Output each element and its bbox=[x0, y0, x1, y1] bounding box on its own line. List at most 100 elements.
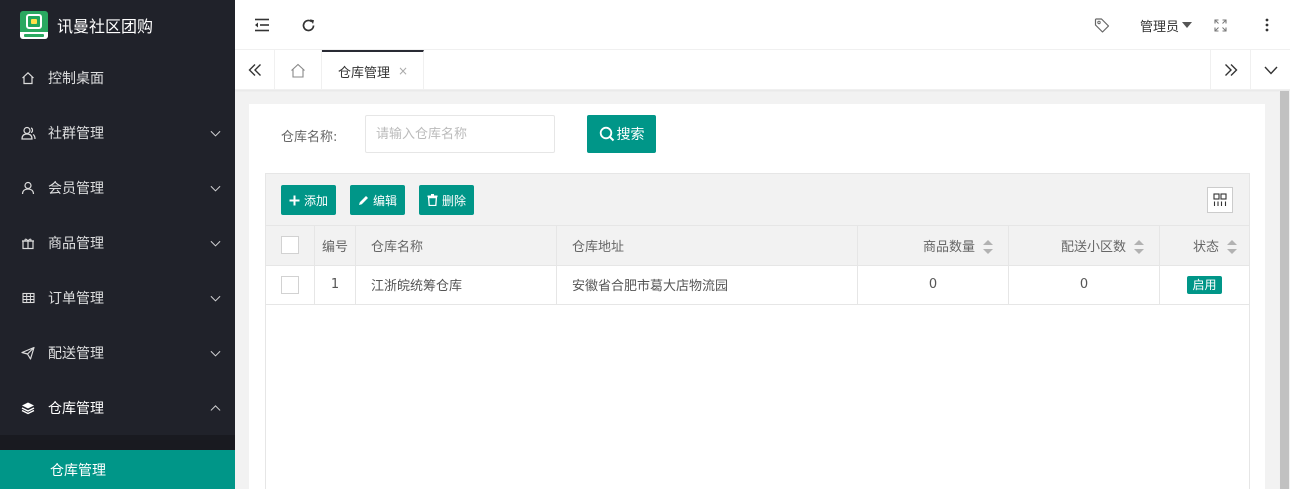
close-icon[interactable]: × bbox=[398, 64, 408, 78]
user-icon bbox=[20, 180, 36, 196]
sidebar-item-label: 商品管理 bbox=[48, 235, 104, 252]
search-form: 仓库名称: 搜索 bbox=[249, 104, 1265, 164]
columns-icon bbox=[1213, 193, 1227, 206]
gift-icon bbox=[20, 235, 36, 251]
col-status[interactable]: 状态 bbox=[1159, 226, 1249, 266]
cell-address: 安徽省合肥市葛大店物流园 bbox=[556, 265, 858, 305]
tabs-menu-button[interactable] bbox=[1250, 50, 1290, 90]
chevron-down-icon bbox=[210, 291, 221, 302]
cell-status: 启用 bbox=[1159, 265, 1249, 305]
warehouse-name-input[interactable] bbox=[365, 115, 555, 153]
data-table: 编号 仓库名称 仓库地址 商品数量 配送小区数 状态 1 江浙皖统筹仓库 安徽省… bbox=[266, 226, 1249, 305]
plus-icon bbox=[289, 195, 300, 206]
col-name: 仓库名称 bbox=[355, 226, 557, 266]
chevron-down-icon bbox=[210, 236, 221, 247]
status-badge: 启用 bbox=[1187, 275, 1222, 294]
menu-fold-icon bbox=[255, 18, 269, 32]
layers-icon bbox=[20, 400, 36, 416]
sidebar: 讯曼社区团购 控制桌面 社群管理 会员管理 商品管理 订单管理 配送管理 仓库管… bbox=[0, 0, 235, 489]
home-icon bbox=[291, 63, 305, 78]
sidebar-item-label: 控制桌面 bbox=[48, 70, 104, 87]
scrollbar-thumb[interactable] bbox=[1280, 91, 1289, 489]
tabs-bar: 仓库管理 × bbox=[235, 50, 1290, 90]
sidebar-item-goods[interactable]: 商品管理 bbox=[0, 215, 235, 270]
tab-home[interactable] bbox=[275, 50, 322, 90]
home-icon bbox=[20, 70, 36, 86]
tabs-scroll-left-button[interactable] bbox=[235, 50, 275, 90]
tabs-scroll-right-button[interactable] bbox=[1210, 50, 1250, 90]
menu-toggle-button[interactable] bbox=[245, 0, 279, 50]
sidebar-item-label: 会员管理 bbox=[48, 180, 104, 197]
table-row[interactable]: 1 江浙皖统筹仓库 安徽省合肥市葛大店物流园 0 0 启用 bbox=[266, 265, 1249, 305]
select-all-cell bbox=[266, 226, 315, 266]
pencil-icon bbox=[358, 195, 369, 206]
double-chevron-right-icon bbox=[1224, 64, 1237, 76]
refresh-icon bbox=[302, 18, 314, 31]
caret-down-icon bbox=[1182, 22, 1193, 28]
top-header: 管理员 bbox=[235, 0, 1290, 50]
row-select-cell bbox=[266, 265, 315, 305]
tab-label: 仓库管理 bbox=[338, 65, 391, 81]
delete-button[interactable]: 删除 bbox=[419, 185, 475, 215]
cell-id: 1 bbox=[314, 265, 356, 305]
table-toolbar: 添加 编辑 删除 bbox=[266, 174, 1249, 226]
search-label: 仓库名称: bbox=[281, 130, 338, 145]
warehouse-table: 添加 编辑 删除 编号 仓库名称 仓库地址 商品数量 配送小区数 状态 1 江浙… bbox=[265, 173, 1250, 489]
send-icon bbox=[20, 345, 36, 361]
chevron-down-icon bbox=[210, 181, 221, 192]
sort-icon[interactable] bbox=[1134, 240, 1144, 255]
col-goods-count-label: 商品数量 bbox=[922, 239, 975, 255]
delete-button-label: 删除 bbox=[442, 193, 467, 208]
column-filter-button[interactable] bbox=[1207, 187, 1233, 213]
refresh-button[interactable] bbox=[291, 0, 325, 50]
trash-icon bbox=[427, 194, 438, 206]
add-button[interactable]: 添加 bbox=[281, 185, 337, 215]
sidebar-item-label: 仓库管理 bbox=[48, 400, 104, 417]
user-menu[interactable]: 管理员 bbox=[1140, 0, 1193, 50]
logo-icon bbox=[20, 11, 48, 39]
col-status-label: 状态 bbox=[1192, 239, 1219, 255]
sidebar-item-delivery[interactable]: 配送管理 bbox=[0, 325, 235, 380]
col-community-count-label: 配送小区数 bbox=[1060, 239, 1126, 255]
notice-button[interactable] bbox=[1085, 0, 1119, 50]
sidebar-item-warehouse[interactable]: 仓库管理 bbox=[0, 380, 235, 435]
page-scrollbar[interactable] bbox=[1279, 91, 1290, 489]
cell-goods-count: 0 bbox=[857, 265, 1009, 305]
tag-icon bbox=[1094, 18, 1110, 33]
cell-community-count: 0 bbox=[1008, 265, 1160, 305]
edit-button-label: 编辑 bbox=[373, 193, 398, 208]
content-card: 仓库名称: 搜索 添加 编辑 删除 bbox=[249, 104, 1265, 489]
sort-icon[interactable] bbox=[1227, 240, 1237, 255]
logo[interactable]: 讯曼社区团购 bbox=[0, 0, 235, 50]
chevron-up-icon bbox=[210, 404, 221, 415]
sidebar-item-community[interactable]: 社群管理 bbox=[0, 105, 235, 160]
search-button-label: 搜索 bbox=[616, 127, 645, 143]
user-name: 管理员 bbox=[1140, 19, 1180, 35]
col-id: 编号 bbox=[314, 226, 356, 266]
app-title: 讯曼社区团购 bbox=[57, 17, 154, 36]
col-community-count[interactable]: 配送小区数 bbox=[1008, 226, 1160, 266]
more-button[interactable] bbox=[1255, 0, 1279, 50]
double-chevron-left-icon bbox=[248, 64, 261, 76]
table-header-row: 编号 仓库名称 仓库地址 商品数量 配送小区数 状态 bbox=[266, 226, 1249, 266]
select-all-checkbox[interactable] bbox=[281, 236, 299, 255]
grid-icon bbox=[20, 290, 36, 306]
users-icon bbox=[20, 125, 36, 141]
more-vertical-icon bbox=[1265, 18, 1269, 32]
row-checkbox[interactable] bbox=[281, 275, 299, 294]
fullscreen-icon bbox=[1213, 18, 1227, 32]
fullscreen-button[interactable] bbox=[1205, 0, 1235, 50]
add-button-label: 添加 bbox=[304, 193, 329, 208]
sidebar-item-dashboard[interactable]: 控制桌面 bbox=[0, 50, 235, 105]
tab-warehouse[interactable]: 仓库管理 × bbox=[322, 50, 424, 90]
sort-icon[interactable] bbox=[983, 240, 993, 255]
chevron-down-icon bbox=[210, 126, 221, 137]
sidebar-subitem-warehouse[interactable]: 仓库管理 bbox=[0, 450, 235, 489]
chevron-down-icon bbox=[210, 346, 221, 357]
edit-button[interactable]: 编辑 bbox=[350, 185, 406, 215]
sidebar-item-members[interactable]: 会员管理 bbox=[0, 160, 235, 215]
search-button[interactable]: 搜索 bbox=[587, 115, 656, 153]
sidebar-item-label: 配送管理 bbox=[48, 345, 104, 362]
sidebar-item-orders[interactable]: 订单管理 bbox=[0, 270, 235, 325]
col-goods-count[interactable]: 商品数量 bbox=[857, 226, 1009, 266]
